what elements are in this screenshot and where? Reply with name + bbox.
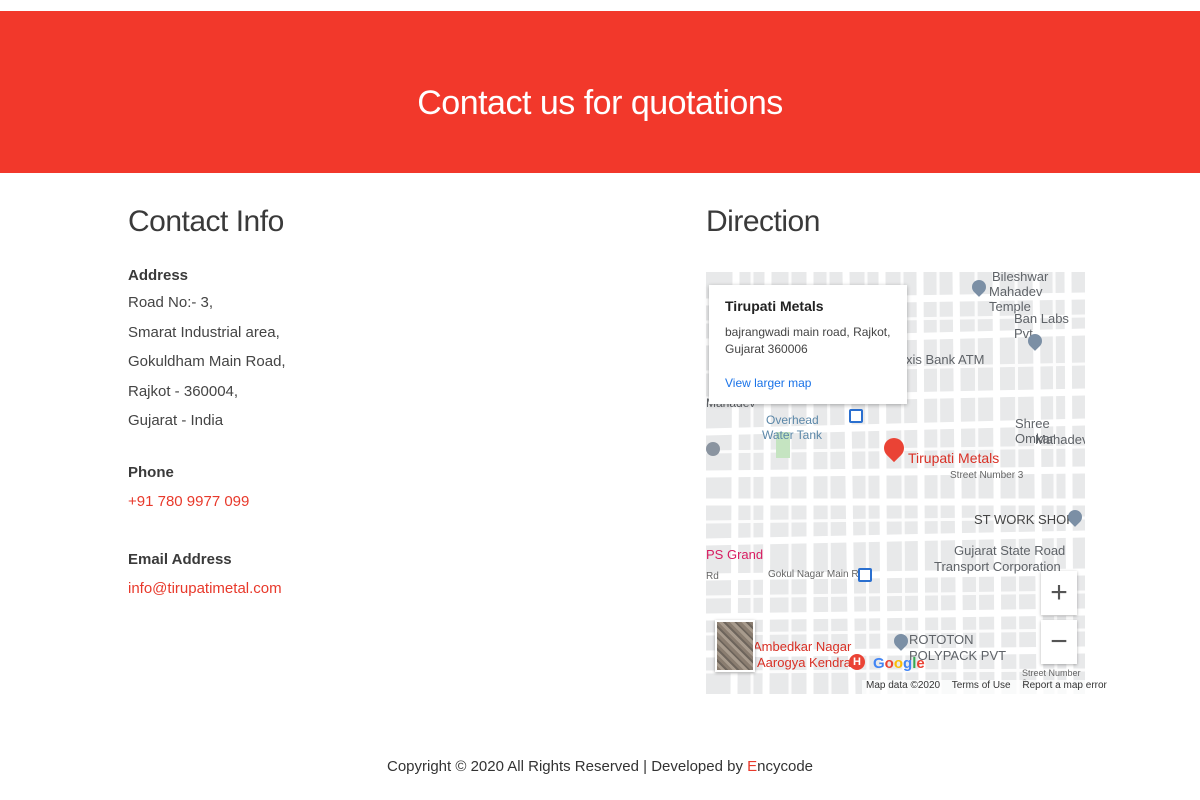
site-footer: Copyright © 2020 All Rights Reserved | D… xyxy=(0,758,1200,775)
email-label: Email Address xyxy=(128,550,232,568)
map-label: Rd xyxy=(706,571,719,582)
map-label: xis Bank ATM xyxy=(906,352,985,367)
map-label: Aarogya Kendra xyxy=(757,655,851,670)
copyright-text: Copyright © 2020 All Rights Reserved | D… xyxy=(386,758,748,775)
zoom-in-button[interactable]: + xyxy=(1041,571,1077,615)
map-label: Ambedkar Nagar xyxy=(753,639,852,654)
map-footer: Map data ©2020 Terms of Use Report a map… xyxy=(862,680,1120,694)
address-block: Road No:- 3, Smarat Industrial area, Gok… xyxy=(128,288,528,436)
email-link[interactable]: info@tirupatimetal.com xyxy=(128,580,282,597)
map-label: Ban Labs Pvt xyxy=(1014,311,1069,341)
map-label: Mahadev Temple xyxy=(989,284,1043,314)
map-info-card: Tirupati Metals bajrangwadi main road, R… xyxy=(709,285,907,404)
marker-label: Tirupati Metals xyxy=(908,450,1000,466)
google-logo: Google xyxy=(873,655,925,672)
hospital-icon: H xyxy=(849,654,865,670)
map-label: Gokul Nagar Main Rd xyxy=(768,569,865,580)
info-title: Tirupati Metals xyxy=(725,298,824,314)
map-data-credit: Map data ©2020 xyxy=(866,680,941,691)
bus-stop-icon xyxy=(858,568,872,582)
bus-stop-icon xyxy=(849,409,863,423)
hero-banner: Contact us for quotations xyxy=(0,11,1200,173)
satellite-toggle[interactable] xyxy=(715,620,755,672)
contact-info-section: Contact Info Address Road No:- 3, Smarat… xyxy=(128,205,528,598)
view-larger-map-link[interactable]: View larger map xyxy=(725,376,811,390)
zoom-out-button[interactable]: − xyxy=(1041,620,1077,664)
terms-link[interactable]: Terms of Use xyxy=(952,680,1011,691)
developer-brand-rest[interactable]: ncycode xyxy=(757,758,813,775)
map-label: Street Number 3 xyxy=(950,470,1024,481)
direction-section: Direction xyxy=(706,205,1086,239)
address-line: Road No:- 3, xyxy=(128,294,214,311)
phone-label: Phone xyxy=(128,463,174,481)
map-label: Gujarat State Road xyxy=(954,543,1066,558)
banner-title: Contact us for quotations xyxy=(417,84,783,122)
report-error-link[interactable]: Report a map error xyxy=(1022,680,1106,691)
address-line: Gokuldham Main Road, xyxy=(128,353,286,370)
address-line: Smarat Industrial area, xyxy=(128,323,280,341)
temple-icon xyxy=(706,442,720,456)
map-label: Overhead xyxy=(766,413,819,427)
map-label: Water Tank xyxy=(762,428,823,442)
address-line: Rajkot - 360004, xyxy=(128,382,239,400)
map-label: ROTOTON xyxy=(909,632,974,647)
address-label: Address xyxy=(128,267,189,284)
map-label: Bileshwar xyxy=(992,272,1049,284)
map-label: ST WORK SHOP xyxy=(974,512,1075,527)
contact-info-heading: Contact Info xyxy=(128,205,284,238)
map-label: Mahadev xyxy=(1035,432,1085,447)
map-label: PS Grand xyxy=(706,547,764,562)
phone-link[interactable]: +91 780 9977 099 xyxy=(128,493,249,510)
address-line: Gujarat - India xyxy=(128,412,224,429)
info-address: bajrangwadi main road, Rajkot, Gujarat 3… xyxy=(725,325,891,356)
direction-heading: Direction xyxy=(706,205,820,238)
developer-brand-initial[interactable]: E xyxy=(747,758,757,775)
